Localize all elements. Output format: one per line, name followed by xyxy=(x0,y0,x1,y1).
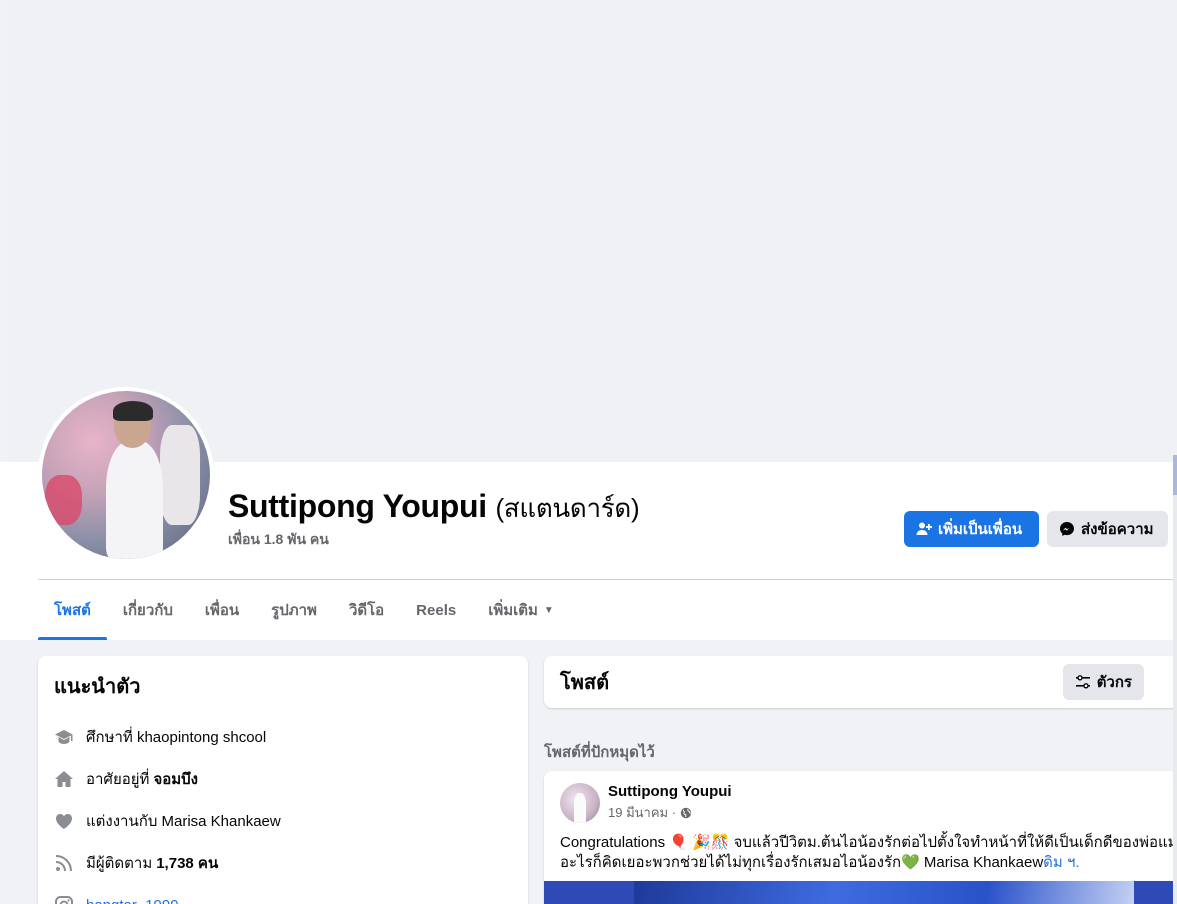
followers-prefix: มีผู้ติดตาม xyxy=(86,855,153,872)
tab-label: วิดีโอ xyxy=(348,602,385,619)
add-friend-label: เพิ่มเป็นเพื่อน xyxy=(938,521,1023,538)
graduation-cap-icon xyxy=(54,727,74,747)
heart-icon xyxy=(54,811,74,831)
home-icon xyxy=(54,769,74,789)
instagram-icon xyxy=(54,895,74,904)
intro-lives-in: อาศัยอยู่ที่ จอมบึง xyxy=(54,758,512,800)
lives-prefix: อาศัยอยู่ที่ xyxy=(86,771,150,788)
tab-more[interactable]: เพิ่มเติม ▼ xyxy=(472,580,570,640)
message-label: ส่งข้อความ xyxy=(1081,521,1154,538)
post-text-line-2-content: อะไรก็คิดเยอะพวกช่วยได้ไม่ทุกเรื่องรักเส… xyxy=(560,854,1044,871)
tab-about[interactable]: เกี่ยวกับ xyxy=(107,580,189,640)
post-body: Congratulations 🎈 🎉🎊 จบแล้วปีวิตม.ต้นไอน… xyxy=(560,833,1177,873)
pinned-post: Suttipong Youpui 19 มีนาคม · Congratulat… xyxy=(544,771,1177,904)
message-button[interactable]: ส่งข้อความ xyxy=(1047,511,1168,547)
followers-count-link[interactable]: 1,738 คน xyxy=(156,851,218,875)
intro-relationship: แต่งงานกับ Marisa Khankaew xyxy=(54,800,512,842)
instagram-link[interactable]: bangtar_1999 xyxy=(86,897,179,904)
globe-icon xyxy=(680,807,692,818)
friends-count-link[interactable]: เพื่อน 1.8 พัน คน xyxy=(228,529,329,551)
scrollbar-thumb[interactable] xyxy=(1173,455,1177,495)
posts-header-card: โพสต์ ตัวกร xyxy=(544,656,1177,708)
post-image[interactable] xyxy=(544,881,1177,904)
messenger-icon xyxy=(1060,522,1074,536)
filter-icon xyxy=(1075,675,1090,689)
cover-photo[interactable] xyxy=(6,0,1177,462)
tab-reels[interactable]: Reels xyxy=(400,580,472,640)
profile-name: Suttipong Youpui (สแตนดาร์ด) xyxy=(228,488,640,529)
tab-posts[interactable]: โพสต์ xyxy=(38,580,107,640)
add-friend-button[interactable]: เพิ่มเป็นเพื่อน xyxy=(904,511,1039,547)
profile-name-text: Suttipong Youpui xyxy=(228,488,487,524)
education-text: ศึกษาที่ khaopintong shcool xyxy=(86,729,267,746)
tab-photos[interactable]: รูปภาพ xyxy=(255,580,333,640)
post-text-line-1: Congratulations 🎈 🎉🎊 จบแล้วปีวิตม.ต้นไอน… xyxy=(560,834,1177,851)
add-friend-icon xyxy=(916,522,932,535)
intro-title: แนะนำตัว xyxy=(54,676,141,698)
caret-down-icon: ▼ xyxy=(543,604,554,616)
post-header: Suttipong Youpui 19 มีนาคม · xyxy=(560,783,1168,823)
post-author-name[interactable]: Suttipong Youpui xyxy=(608,783,732,800)
filter-label: ตัวกร xyxy=(1096,674,1132,691)
profile-avatar[interactable] xyxy=(38,387,214,563)
see-more-link[interactable]: ดิม ฯ. xyxy=(1043,854,1079,871)
tab-label: เกี่ยวกับ xyxy=(122,602,173,619)
profile-tabs: โพสต์ เกี่ยวกับ เพื่อน รูปภาพ วิดีโอ Ree… xyxy=(38,580,570,640)
intro-education: ศึกษาที่ khaopintong shcool xyxy=(54,716,512,758)
intro-card: แนะนำตัว ศึกษาที่ khaopintong shcool อาศ… xyxy=(38,656,528,904)
intro-followers: มีผู้ติดตาม 1,738 คน xyxy=(54,842,512,884)
tab-label: โพสต์ xyxy=(54,602,91,619)
tab-label: รูปภาพ xyxy=(271,602,317,619)
posts-title: โพสต์ xyxy=(560,672,610,694)
filter-button[interactable]: ตัวกร xyxy=(1062,664,1144,700)
lives-place-link[interactable]: จอมบึง xyxy=(153,767,198,791)
profile-alternate-name: (สแตนดาร์ด) xyxy=(495,493,640,523)
tab-friends[interactable]: เพื่อน xyxy=(189,580,255,640)
rss-icon xyxy=(54,853,74,873)
tab-label: เพื่อน xyxy=(204,602,240,619)
post-date[interactable]: 19 มีนาคม · xyxy=(608,802,676,823)
post-meta: 19 มีนาคม · xyxy=(608,802,732,823)
post-text-line-2: อะไรก็คิดเยอะพวกช่วยได้ไม่ทุกเรื่องรักเส… xyxy=(560,853,1168,873)
intro-instagram: bangtar_1999 xyxy=(54,884,512,904)
pinned-posts-label: โพสต์ที่ปักหมุดไว้ xyxy=(544,744,655,761)
scrollbar-track[interactable] xyxy=(1173,455,1177,904)
tab-label: เพิ่มเติม xyxy=(488,602,538,619)
post-author-avatar[interactable] xyxy=(560,783,600,823)
tab-videos[interactable]: วิดีโอ xyxy=(333,580,400,640)
avatar-image xyxy=(42,391,210,559)
relationship-text: แต่งงานกับ Marisa Khankaew xyxy=(86,813,281,830)
tab-label: Reels xyxy=(416,601,457,619)
